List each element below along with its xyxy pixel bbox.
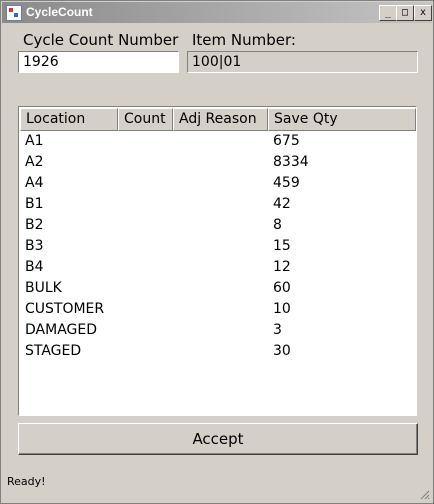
cell-location: CUSTOMER (25, 301, 105, 317)
app-window: CycleCount _ □ x Cycle Count Number Item… (0, 0, 434, 504)
table-row[interactable]: A1 675 (20, 131, 416, 152)
cell-save-qty: 8334 (273, 154, 309, 170)
cell-save-qty: 15 (273, 238, 291, 254)
resize-grip-icon[interactable] (418, 488, 430, 500)
cell-location: A4 (25, 175, 44, 191)
cell-save-qty: 30 (273, 343, 291, 359)
table-row[interactable]: BULK 60 (20, 278, 416, 299)
location-list[interactable]: Location Count Adj Reason Save Qty A1 675… (18, 106, 417, 416)
column-header-count[interactable]: Count (118, 108, 173, 131)
cell-location: A2 (25, 154, 44, 170)
table-row[interactable]: B4 12 (20, 257, 416, 278)
title-bar[interactable]: CycleCount _ □ x (2, 2, 432, 23)
list-rows: A1 675 A2 8334 A4 459 B1 42 B2 8 B3 15 B4 12 BULK 60 CUS… (20, 131, 416, 362)
cell-save-qty: 459 (273, 175, 300, 191)
cell-save-qty: 12 (273, 259, 291, 275)
table-row[interactable]: B3 15 (20, 236, 416, 257)
cell-location: B1 (25, 196, 44, 212)
cell-save-qty: 60 (273, 280, 291, 296)
column-header-adj-reason[interactable]: Adj Reason (173, 108, 268, 131)
cell-location: A1 (25, 133, 44, 149)
list-header: Location Count Adj Reason Save Qty (20, 108, 416, 131)
maximize-button[interactable]: □ (396, 5, 414, 21)
table-row[interactable]: CUSTOMER 10 (20, 299, 416, 320)
app-icon (6, 5, 22, 21)
cell-location: B3 (25, 238, 44, 254)
cell-location: BULK (25, 280, 62, 296)
accept-button[interactable]: Accept (18, 423, 418, 455)
table-row[interactable]: DAMAGED 3 (20, 320, 416, 341)
minimize-button[interactable]: _ (379, 5, 397, 21)
cell-save-qty: 42 (273, 196, 291, 212)
table-row[interactable]: A2 8334 (20, 152, 416, 173)
cycle-count-label: Cycle Count Number (23, 31, 179, 49)
cycle-count-input[interactable]: 1926 (18, 51, 179, 73)
column-header-save-qty[interactable]: Save Qty (268, 108, 416, 131)
cell-location: STAGED (25, 343, 82, 359)
table-row[interactable]: STAGED 30 (20, 341, 416, 362)
item-number-field: 100|01 (187, 51, 418, 73)
item-number-label: Item Number: (192, 31, 296, 49)
cell-location: DAMAGED (25, 322, 97, 338)
table-row[interactable]: B2 8 (20, 215, 416, 236)
cell-save-qty: 8 (273, 217, 282, 233)
column-header-location[interactable]: Location (20, 108, 118, 131)
cell-save-qty: 3 (273, 322, 282, 338)
status-text: Ready! (7, 475, 46, 488)
cell-location: B4 (25, 259, 44, 275)
close-button[interactable]: x (414, 5, 432, 21)
table-row[interactable]: B1 42 (20, 194, 416, 215)
cell-location: B2 (25, 217, 44, 233)
cell-save-qty: 10 (273, 301, 291, 317)
cell-save-qty: 675 (273, 133, 300, 149)
table-row[interactable]: A4 459 (20, 173, 416, 194)
window-title: CycleCount (26, 5, 93, 19)
